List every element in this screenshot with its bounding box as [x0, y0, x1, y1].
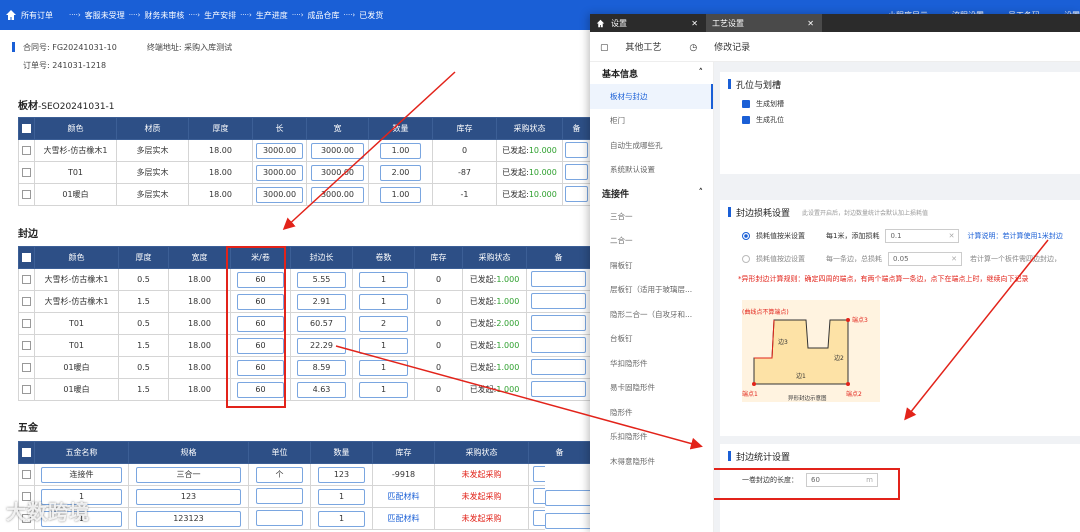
arrow-to-edge-table — [282, 71, 456, 231]
arrow-to-roll-length — [904, 239, 1049, 421]
annotation-arrows — [282, 71, 1049, 450]
arrow-to-stat-setting — [335, 345, 703, 450]
watermark: 大数跨境 — [6, 500, 90, 524]
